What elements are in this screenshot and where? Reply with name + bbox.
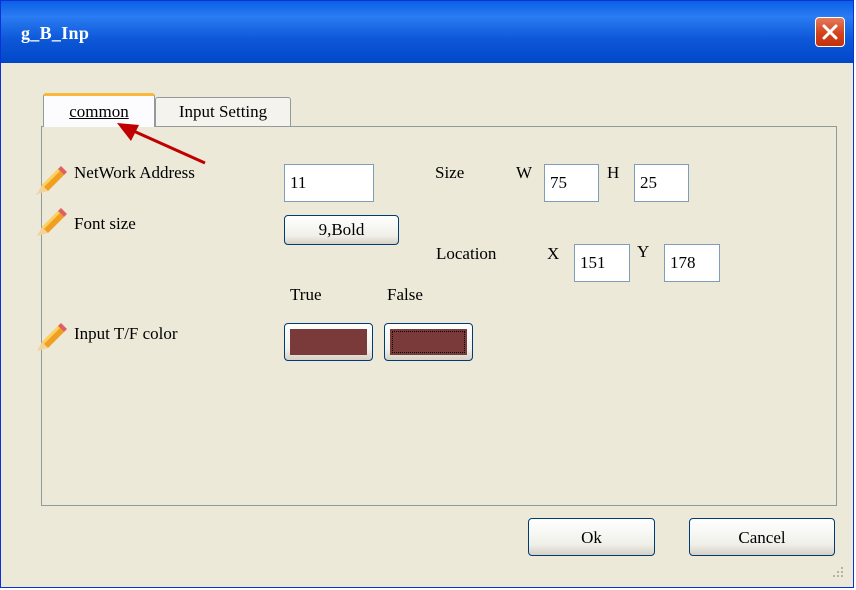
tab-panel-common: NetWork Address 11 Font size 9,Bold Size… (36, 126, 837, 506)
resize-grip-icon[interactable] (831, 565, 845, 579)
pencil-icon (37, 323, 67, 351)
false-label: False (387, 285, 423, 304)
dialog-client: common Input Setting NetWork Address 11 … (5, 63, 849, 583)
y-input[interactable]: 178 (664, 244, 720, 282)
tab-common-label: common (69, 102, 129, 121)
pencil-icon (37, 208, 67, 236)
window-title: g_B_Inp (21, 23, 90, 43)
y-label: Y (637, 242, 650, 261)
true-color-button[interactable] (284, 323, 373, 361)
network-address-input[interactable]: 11 (284, 164, 374, 202)
font-size-label: Font size (74, 214, 136, 233)
close-icon (822, 24, 838, 40)
height-input[interactable]: 25 (634, 164, 689, 202)
false-color-button[interactable] (384, 323, 473, 361)
x-input[interactable]: 151 (574, 244, 630, 282)
size-label: Size (435, 163, 465, 182)
h-label: H (607, 163, 620, 182)
input-tf-color-label: Input T/F color (74, 324, 178, 343)
tab-input-setting-label: Input Setting (178, 102, 268, 121)
dialog-window: g_B_Inp common Input Setting NetWork Add… (0, 0, 854, 588)
cancel-button[interactable]: Cancel (689, 518, 835, 556)
x-label: X (547, 244, 560, 263)
true-color-swatch (290, 329, 367, 355)
pencil-icon (36, 166, 67, 195)
location-label: Location (436, 244, 497, 263)
annotation-arrow (117, 123, 206, 165)
true-label: True (290, 285, 322, 304)
ok-button[interactable]: Ok (528, 518, 655, 556)
title-bar[interactable]: g_B_Inp (1, 1, 853, 63)
font-size-button[interactable]: 9,Bold (284, 215, 399, 245)
false-color-swatch (390, 329, 467, 355)
close-button[interactable] (815, 17, 845, 47)
width-input[interactable]: 75 (544, 164, 599, 202)
w-label: W (516, 163, 533, 182)
